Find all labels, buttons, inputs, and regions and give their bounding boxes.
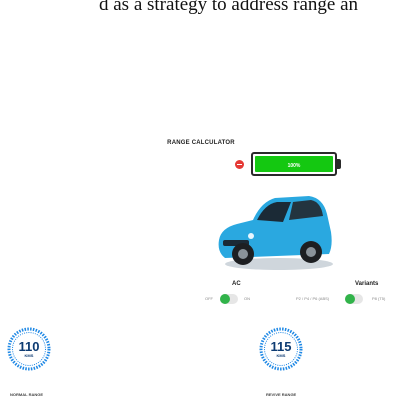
battery-percentage: 100% [287,163,301,169]
ac-toggle-knob [220,294,230,304]
revive-range-label: REVIVE RANGE [266,392,297,397]
revive-range-gauge: 115 KMS [258,326,304,372]
normal-range-gauge: 110 KMS [6,326,52,372]
ac-toggle-row: OFF ON [205,294,285,304]
battery-fill: 100% [255,156,333,172]
variants-toggle-knob [345,294,355,304]
variants-right-label: P8 (T5) [372,296,386,301]
revive-range-value: 115 [270,339,292,354]
variants-toggle-switch[interactable] [345,294,363,304]
article-caption-text: d as a strategy to address range an [99,0,359,15]
revive-range-unit: KMS [276,353,286,358]
battery-terminal [337,159,341,169]
car-headlight [248,233,254,239]
variants-left-label: P2 / P4 / P6 (ABS) [296,296,330,301]
decrease-battery-button[interactable] [235,160,244,169]
ac-toggle-switch[interactable] [220,294,238,304]
car-image [218,196,333,270]
normal-range-unit: KMS [24,353,34,358]
variants-toggle-row: P2 / P4 / P6 (ABS) P8 (T5) [296,294,400,304]
normal-range-value: 110 [18,339,40,354]
car-front-hub [238,249,248,259]
ac-title: AC [232,281,241,287]
variants-title: Variants [355,281,379,287]
car-rear-hub [306,247,316,257]
normal-range-label: NORMAL RANGE [10,392,44,397]
ac-on-label: ON [244,296,250,301]
range-calculator-title: RANGE CALCULATOR [167,140,235,146]
battery-indicator: 100% [251,152,337,176]
ac-off-label: OFF [205,296,213,301]
battery-control: 100% [235,151,355,177]
